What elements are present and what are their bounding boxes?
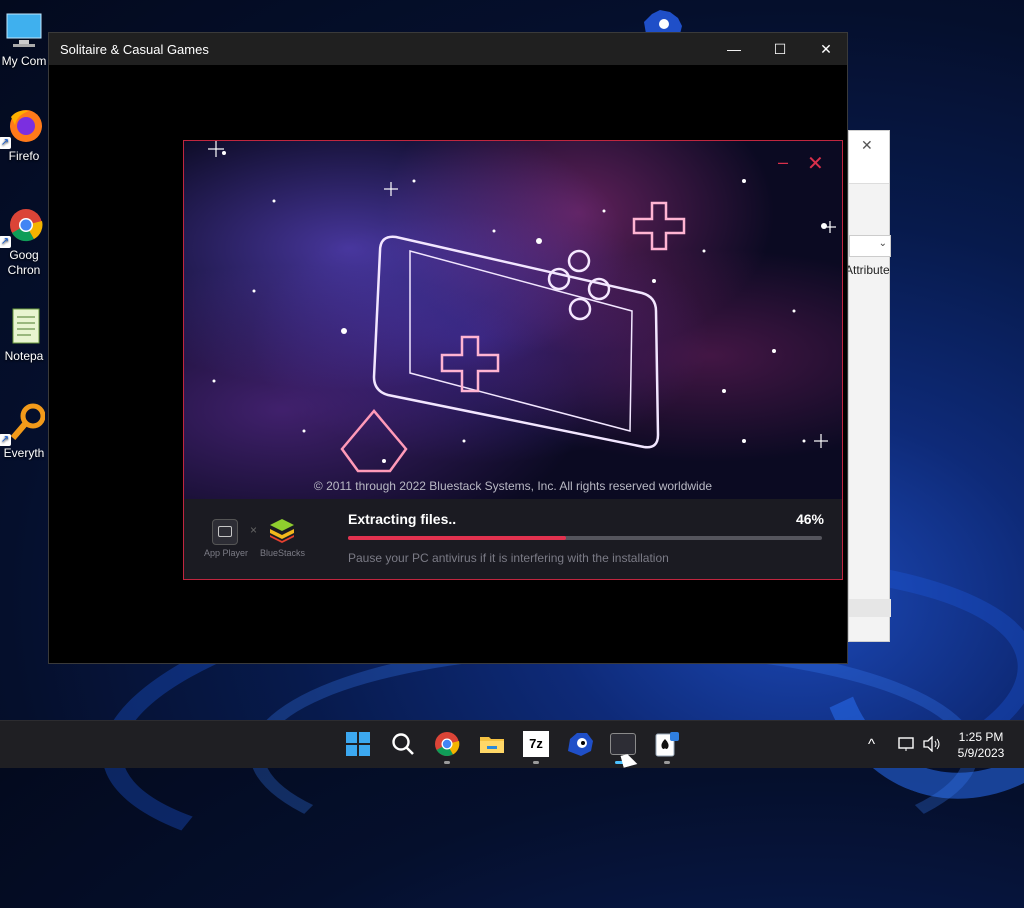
antivirus-hint: Pause your PC antivirus if it is interfe… xyxy=(348,551,669,565)
progress-percent: 46% xyxy=(795,511,824,527)
7zip-icon: 7z xyxy=(523,731,549,757)
volume-icon[interactable] xyxy=(922,735,942,756)
chevron-down-icon: ⌄ xyxy=(878,238,887,249)
notepad-icon xyxy=(3,305,45,347)
shortcut-arrow-icon: ↗ xyxy=(0,434,11,446)
folder-icon xyxy=(480,737,504,753)
desktop-icon-label: Goog xyxy=(9,248,39,262)
solitaire-window: Solitaire & Casual Games — ☐ ✕ – ✕ © 201… xyxy=(48,32,848,664)
desktop-icon-notepad[interactable]: Notepa xyxy=(0,305,48,364)
window-titlebar[interactable]: Solitaire & Casual Games — ☐ ✕ xyxy=(49,33,847,65)
galaxy-art xyxy=(208,141,836,473)
clock-date: 5/9/2023 xyxy=(957,746,1005,760)
taskbar-sonic[interactable] xyxy=(565,729,595,759)
sonic-desktop-icon[interactable] xyxy=(640,8,686,34)
installer-close-button[interactable]: ✕ xyxy=(807,154,824,174)
installer-footer: App Player × BlueStacks Extracting files… xyxy=(184,499,842,579)
network-icon[interactable] xyxy=(898,736,916,756)
firefox-icon: ↗ xyxy=(0,105,45,149)
app-player-label: App Player xyxy=(204,548,249,558)
taskbar-chrome[interactable] xyxy=(432,729,462,759)
show-hidden-icons-chevron[interactable]: ^ xyxy=(868,721,875,769)
desktop-icon-label: Firefo xyxy=(8,149,40,163)
background-window-dropdown[interactable]: ⌄ xyxy=(849,235,891,257)
background-window-column-header: Attribute xyxy=(845,263,890,277)
bluestacks-logo-icon xyxy=(268,517,296,543)
background-window-titlebar: ✕ xyxy=(849,131,889,184)
shortcut-arrow-icon: ↗ xyxy=(0,236,11,248)
desktop-icon-chrome[interactable]: ↗ Goog Chron xyxy=(0,204,48,278)
desktop-icon-everything[interactable]: ↗ Everyth xyxy=(0,402,48,461)
window-title: Solitaire & Casual Games xyxy=(60,42,209,57)
sonic-icon xyxy=(568,733,593,756)
taskbar-solitaire[interactable] xyxy=(652,729,682,759)
taskbar-file-explorer[interactable] xyxy=(477,729,507,759)
taskbar: 7z ^ 1:25 PM 5/9/2023 xyxy=(0,720,1024,768)
taskbar-7zip[interactable]: 7z xyxy=(521,729,551,759)
bluestacks-app-player-icon xyxy=(610,733,636,755)
running-indicator xyxy=(444,761,450,764)
background-window[interactable]: ✕ ⌄ Attribute xyxy=(845,130,891,642)
desktop-icon-firefox[interactable]: ↗ Firefo xyxy=(0,105,48,164)
close-button[interactable]: ✕ xyxy=(803,33,849,65)
running-indicator xyxy=(533,761,539,764)
taskbar-clock[interactable]: 1:25 PM 5/9/2023 xyxy=(948,729,1014,761)
close-icon[interactable]: ✕ xyxy=(861,137,873,154)
phone-outline xyxy=(372,235,660,449)
background-window-scrollbar[interactable] xyxy=(849,599,891,617)
install-status-text: Extracting files.. xyxy=(348,511,457,527)
bluestacks-installer: – ✕ © 2011 through 2022 Bluestack System… xyxy=(183,140,843,580)
chrome-icon: ↗ xyxy=(0,204,45,248)
desktop-icon-label: Everyth xyxy=(3,446,45,460)
minimize-button[interactable]: — xyxy=(711,33,757,65)
stars xyxy=(212,151,827,463)
app-player-logo-icon xyxy=(212,519,238,545)
windows-logo-icon xyxy=(346,732,370,756)
installer-minimize-button[interactable]: – xyxy=(778,153,788,171)
desktop-icon-label: My Com xyxy=(1,54,47,68)
installer-artwork: – ✕ © 2011 through 2022 Bluestack System… xyxy=(184,141,842,499)
controller-buttons xyxy=(547,249,611,321)
progress-bar-fill xyxy=(348,536,567,540)
bluestacks-label: BlueStacks xyxy=(260,548,306,558)
progress-bar xyxy=(348,536,822,540)
copyright-text: © 2011 through 2022 Bluestack Systems, I… xyxy=(313,479,713,493)
shortcut-arrow-icon: ↗ xyxy=(0,137,11,149)
desktop-icon-my-computer[interactable]: My Com xyxy=(0,10,48,69)
maximize-button[interactable]: ☐ xyxy=(757,33,803,65)
dpad-icon xyxy=(340,201,686,473)
running-indicator xyxy=(664,761,670,764)
chrome-icon xyxy=(435,732,460,757)
desktop-icon-label: Notepa xyxy=(4,349,44,363)
logo-separator: × xyxy=(250,523,258,537)
desktop-icon-label-line2: Chron xyxy=(7,263,41,277)
clock-time: 1:25 PM xyxy=(958,730,1004,744)
everything-icon: ↗ xyxy=(0,402,46,446)
start-button[interactable] xyxy=(343,729,373,759)
solitaire-icon xyxy=(655,732,679,757)
computer-icon xyxy=(3,10,45,52)
search-icon xyxy=(392,733,414,755)
search-button[interactable] xyxy=(388,729,418,759)
